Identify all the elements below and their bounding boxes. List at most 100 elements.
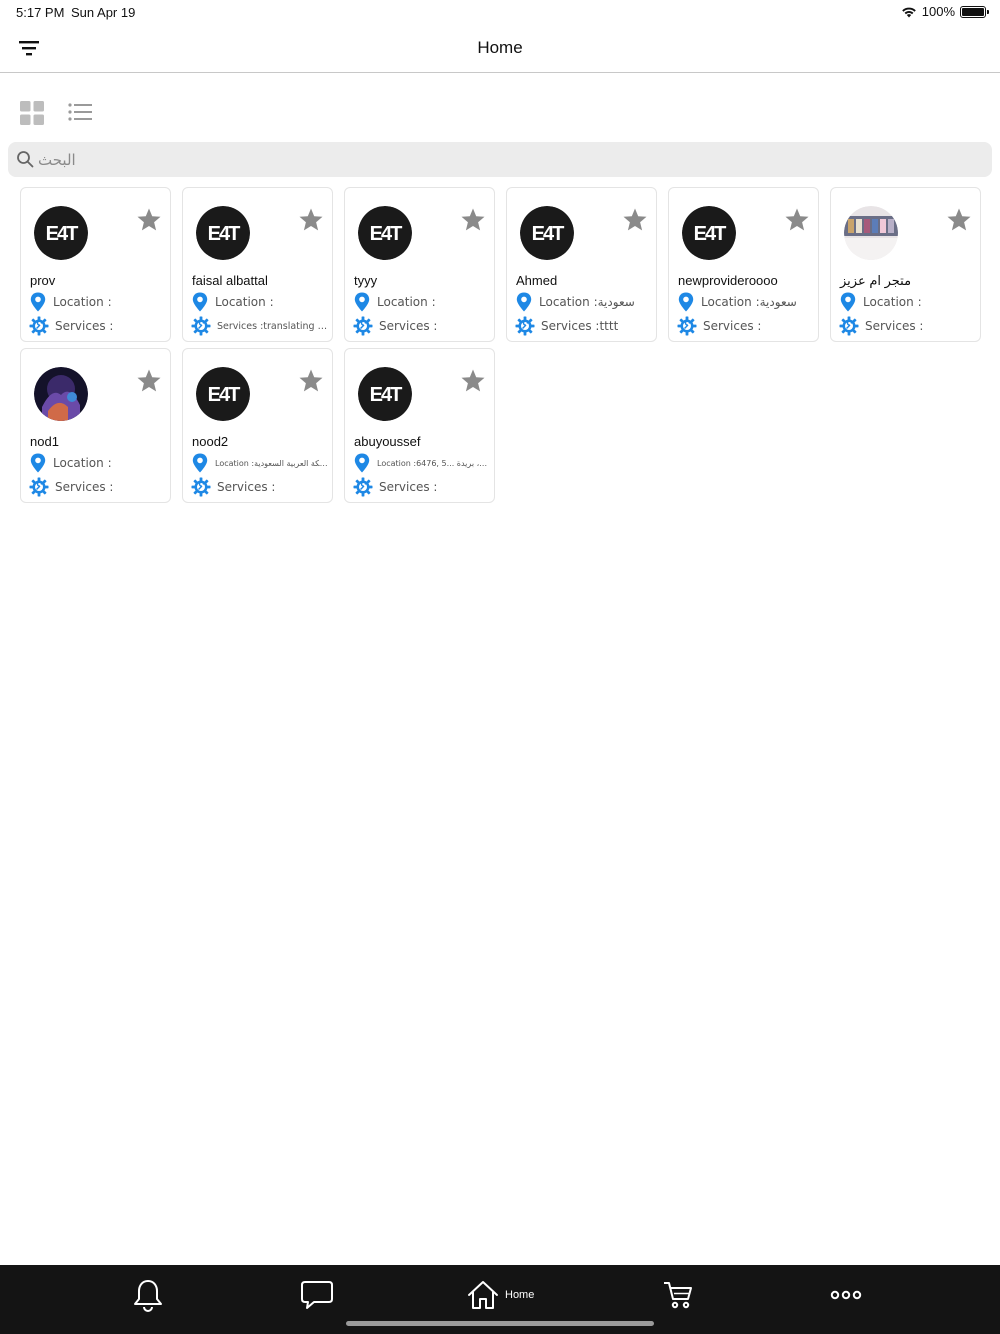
battery-percent: 100% (921, 4, 955, 19)
services-text: Services : (55, 480, 114, 494)
provider-name: faisal albattal (192, 273, 268, 288)
provider-location: Location : (353, 292, 491, 312)
provider-avatar: E4T (358, 206, 412, 260)
provider-name: prov (30, 273, 56, 288)
provider-card[interactable]: متجر ام عزيز Location : Services : (830, 187, 981, 342)
provider-location: Location : (29, 292, 167, 312)
provider-services: Services : (353, 316, 491, 336)
chat-icon (301, 1281, 333, 1309)
tab-home[interactable]: Home (467, 1277, 534, 1313)
favorite-star-icon[interactable] (460, 368, 486, 394)
provider-location: Location : (29, 453, 167, 473)
grid-view-icon[interactable] (19, 100, 45, 126)
provider-location: Location :المملكة العربية السعودية, (191, 453, 329, 473)
wifi-icon (901, 7, 916, 17)
provider-services: Services : (353, 477, 491, 497)
location-pin-icon (354, 453, 370, 473)
location-pin-icon (516, 292, 532, 312)
provider-name: متجر ام عزيز (840, 273, 912, 288)
provider-avatar: E4T (196, 206, 250, 260)
provider-avatar: E4T (520, 206, 574, 260)
view-toggle (19, 100, 93, 126)
location-pin-icon (192, 453, 208, 473)
svg-text:E4T: E4T (532, 223, 564, 245)
svg-text:E4T: E4T (208, 384, 240, 406)
favorite-star-icon[interactable] (946, 207, 972, 233)
provider-avatar: E4T (358, 367, 412, 421)
location-text: Location : (215, 295, 274, 309)
services-text: Services : (55, 319, 114, 333)
provider-avatar: E4T (34, 206, 88, 260)
favorite-star-icon[interactable] (136, 207, 162, 233)
services-gear-icon (191, 477, 211, 497)
provider-name: nood2 (192, 434, 229, 449)
tab-cart[interactable] (662, 1277, 694, 1313)
provider-name: Ahmed (516, 273, 558, 288)
provider-card[interactable]: nod1 Location : Services : (20, 348, 171, 503)
provider-avatar (844, 206, 898, 260)
provider-card[interactable]: E4T faisal albattal Location : Services … (182, 187, 333, 342)
provider-services: Services : (29, 316, 167, 336)
tab-more[interactable] (830, 1277, 862, 1313)
location-text: Location :سعودية (539, 295, 635, 309)
services-gear-icon (839, 316, 859, 336)
favorite-star-icon[interactable] (622, 207, 648, 233)
provider-card[interactable]: E4T newprovideroooo Location :سعودية Ser… (668, 187, 819, 342)
search-input[interactable] (38, 142, 978, 177)
home-indicator (346, 1321, 654, 1326)
provider-avatar (34, 367, 88, 421)
provider-location: Location : (191, 292, 329, 312)
tab-messages[interactable] (300, 1277, 334, 1313)
favorite-star-icon[interactable] (298, 207, 324, 233)
navigation-bar: Home (0, 24, 1000, 73)
services-text: Services :translating texts (217, 320, 329, 332)
services-gear-icon (515, 316, 535, 336)
svg-text:E4T: E4T (208, 223, 240, 245)
favorite-star-icon[interactable] (298, 368, 324, 394)
page-title: Home (477, 38, 523, 57)
status-bar: 5:17 PM Sun Apr 19 100% (0, 0, 1000, 24)
provider-location: Location :سعودية (677, 292, 815, 312)
services-text: Services : (379, 319, 438, 333)
provider-services: Services :tttt (515, 316, 653, 336)
favorite-star-icon[interactable] (784, 207, 810, 233)
favorite-star-icon[interactable] (460, 207, 486, 233)
cart-icon (664, 1282, 692, 1309)
svg-text:E4T: E4T (370, 384, 402, 406)
location-text: Location : (53, 456, 112, 470)
tab-notifications[interactable] (132, 1277, 164, 1313)
provider-services: Services : (839, 316, 977, 336)
provider-location: Location :سعودية (515, 292, 653, 312)
provider-name: tyyy (354, 273, 378, 288)
services-gear-icon (677, 316, 697, 336)
svg-text:E4T: E4T (46, 223, 78, 245)
provider-services: Services : (677, 316, 815, 336)
status-right: 100% (901, 4, 989, 19)
provider-name: abuyoussef (354, 434, 421, 449)
location-text: Location : (863, 295, 922, 309)
favorite-star-icon[interactable] (136, 368, 162, 394)
location-text: Location :سعودية (701, 295, 797, 309)
list-view-icon[interactable] (67, 100, 93, 126)
provider-card[interactable]: E4T abuyoussef Location :6476, 5... حي ا… (344, 348, 495, 503)
provider-card[interactable]: E4T nood2 Location :المملكة العربية السع… (182, 348, 333, 503)
provider-name: newprovideroooo (678, 273, 778, 288)
provider-card[interactable]: E4T prov Location : Services : (20, 187, 171, 342)
services-text: Services : (703, 319, 762, 333)
search-bar (8, 142, 992, 177)
provider-grid: E4T prov Location : Services : E4T faisa… (20, 187, 982, 503)
services-text: Services :tttt (541, 319, 619, 333)
location-pin-icon (192, 292, 208, 312)
location-pin-icon (354, 292, 370, 312)
location-pin-icon (30, 453, 46, 473)
provider-name: nod1 (30, 434, 59, 449)
services-text: Services : (217, 480, 276, 494)
provider-avatar: E4T (196, 367, 250, 421)
provider-card[interactable]: E4T Ahmed Location :سعودية Services :ttt… (506, 187, 657, 342)
status-date: Sun Apr 19 (71, 5, 136, 20)
location-text: Location : (377, 295, 436, 309)
location-pin-icon (30, 292, 46, 312)
provider-card[interactable]: E4T tyyy Location : Services : (344, 187, 495, 342)
location-pin-icon (840, 292, 856, 312)
location-pin-icon (678, 292, 694, 312)
